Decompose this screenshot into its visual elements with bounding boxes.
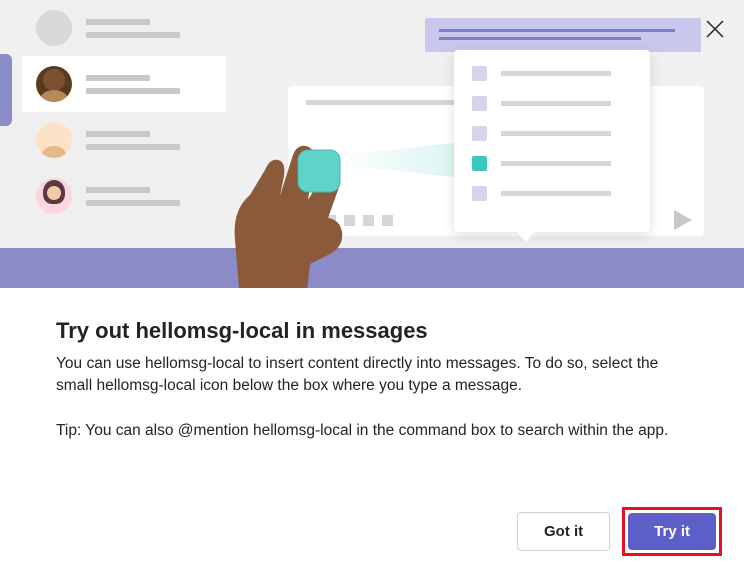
- placeholder-lines: [86, 187, 180, 206]
- placeholder-lines: [86, 75, 180, 94]
- close-icon: [704, 18, 726, 40]
- dialog-tip: Tip: You can also @mention hellomsg-loca…: [56, 420, 688, 442]
- illustration-dropdown-menu: [454, 50, 650, 232]
- dialog-title: Try out hellomsg-local in messages: [56, 318, 688, 344]
- illustration-search-bar: [425, 18, 701, 52]
- dialog-button-row: Got it Try it: [517, 507, 722, 556]
- dialog-body: Try out hellomsg-local in messages You c…: [0, 288, 744, 442]
- illustration-sidebar-item: [22, 0, 226, 56]
- placeholder-lines: [86, 131, 180, 150]
- dialog-description: You can use hellomsg-local to insert con…: [56, 353, 688, 398]
- try-it-button[interactable]: Try it: [628, 513, 716, 550]
- avatar-icon: [36, 178, 72, 214]
- primary-button-highlight: Try it: [622, 507, 722, 556]
- placeholder-lines: [86, 19, 180, 38]
- avatar-icon: [36, 66, 72, 102]
- avatar-icon: [36, 10, 72, 46]
- hand-illustration-icon: [180, 100, 390, 288]
- dialog-container: Try out hellomsg-local in messages You c…: [0, 0, 744, 576]
- dialog-illustration: [0, 0, 744, 288]
- left-edge-indicator: [0, 54, 12, 126]
- got-it-button[interactable]: Got it: [517, 512, 610, 551]
- close-button[interactable]: [704, 18, 726, 40]
- avatar-icon: [36, 122, 72, 158]
- send-icon: [674, 210, 692, 230]
